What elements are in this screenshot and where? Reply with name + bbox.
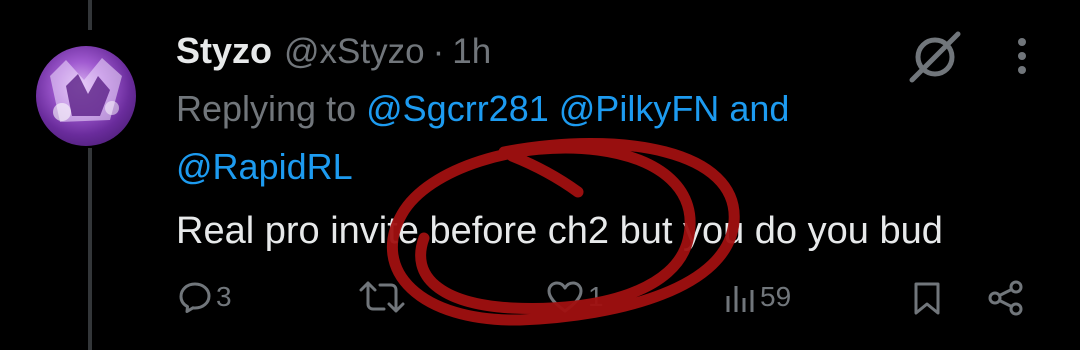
replying-to-label: Replying to bbox=[176, 88, 357, 129]
separator-dot: · bbox=[432, 32, 445, 71]
share-button[interactable] bbox=[986, 280, 1026, 316]
reply-icon bbox=[179, 282, 211, 313]
mention-pilkyfn[interactable]: @PilkyFN bbox=[559, 88, 720, 129]
repost-button[interactable] bbox=[358, 280, 410, 314]
replying-to-line: Replying to @Sgcrr281 @PilkyFN and bbox=[176, 88, 789, 130]
mention-conjunction: and bbox=[729, 88, 790, 129]
mention-rapidrl[interactable]: @RapidRL bbox=[176, 146, 353, 187]
views-count: 59 bbox=[760, 281, 792, 312]
thread-line-bottom bbox=[88, 148, 92, 350]
post-header: Styzo @xStyzo · 1h bbox=[176, 30, 491, 76]
mention-sgcrr281[interactable]: @Sgcrr281 bbox=[366, 88, 549, 129]
like-icon bbox=[547, 281, 583, 313]
bookmark-button[interactable] bbox=[912, 280, 942, 316]
user-handle[interactable]: @xStyzo bbox=[284, 32, 425, 72]
reply-button[interactable]: 3 bbox=[178, 280, 232, 314]
bookmark-icon bbox=[914, 282, 940, 315]
grok-icon[interactable] bbox=[904, 26, 966, 93]
like-button[interactable]: 1 bbox=[546, 280, 604, 314]
more-icon[interactable] bbox=[1010, 36, 1034, 81]
post-text: Real pro invite before ch2 but you do yo… bbox=[176, 210, 943, 252]
avatar[interactable] bbox=[36, 46, 136, 146]
display-name[interactable]: Styzo bbox=[176, 30, 272, 72]
thread-line-top bbox=[88, 0, 92, 30]
like-count: 1 bbox=[588, 281, 604, 312]
share-icon bbox=[988, 280, 1023, 316]
views-button[interactable]: 59 bbox=[724, 280, 791, 314]
post-time[interactable]: 1h bbox=[452, 32, 491, 72]
replying-to-line-2: @RapidRL bbox=[176, 146, 353, 188]
repost-icon bbox=[359, 281, 405, 313]
views-icon bbox=[726, 286, 754, 312]
reply-count: 3 bbox=[216, 281, 232, 312]
